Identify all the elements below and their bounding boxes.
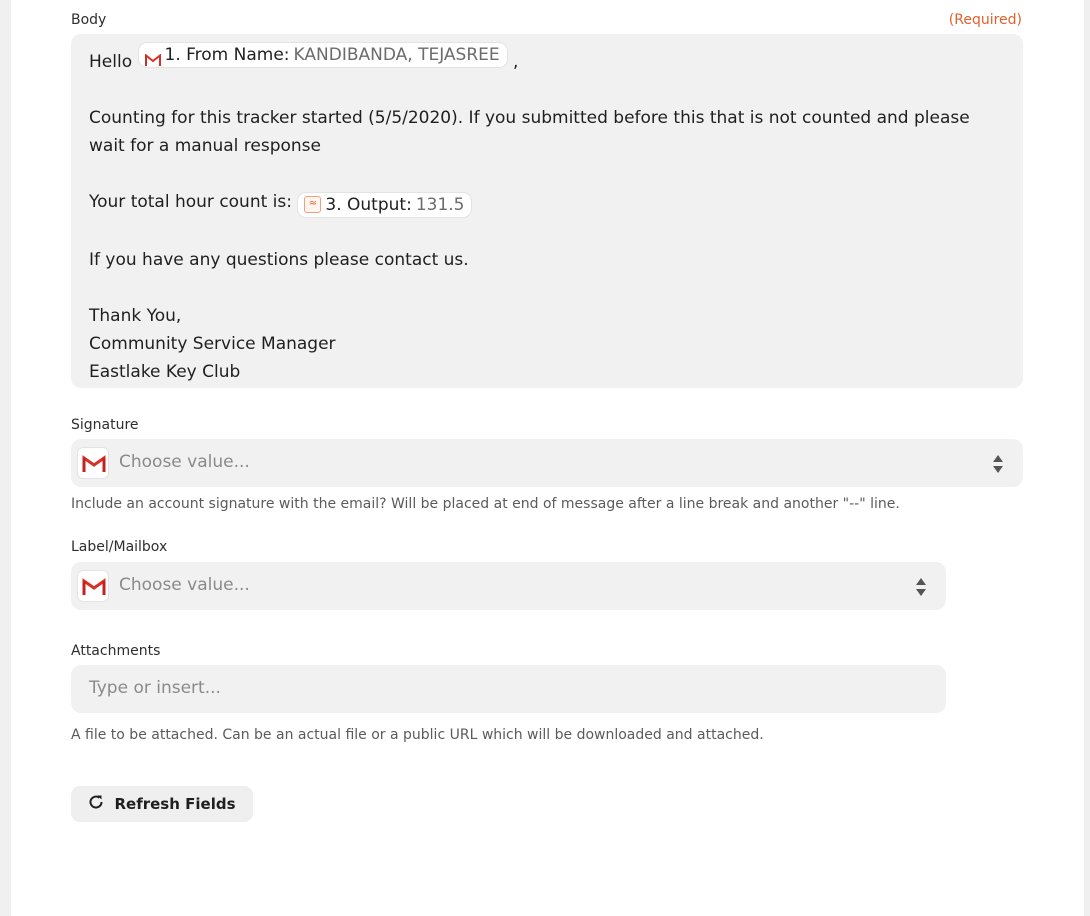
signoff-line: Eastlake Key Club (89, 361, 241, 382)
from-name-pill-value: KANDIBANDA, TEJASREE (293, 45, 500, 65)
refresh-fields-label: Refresh Fields (114, 795, 236, 813)
attachments-placeholder: Type or insert... (89, 678, 221, 698)
gmail-icon (144, 49, 161, 66)
hours-line: Your total hour count is: ≈ 3. Output: 1… (89, 188, 1005, 218)
signature-label: Signature (71, 417, 139, 433)
label-mailbox-placeholder: Choose value... (119, 575, 250, 595)
refresh-fields-button[interactable]: Refresh Fields (71, 786, 253, 822)
step-config-panel: Body (Required) Hello 1. From Name: KAND… (11, 0, 1084, 916)
signoff-line: Community Service Manager (89, 333, 336, 354)
greeting-comma: , (513, 52, 519, 72)
sort-arrows-icon (992, 454, 1004, 474)
gmail-icon (77, 570, 109, 602)
from-name-pill-label: 1. From Name: (164, 45, 290, 65)
body-label: Body (71, 12, 107, 28)
label-mailbox-label: Label/Mailbox (71, 539, 168, 555)
counting-line: Counting for this tracker started (5/5/2… (89, 108, 970, 156)
greeting-text: Hello (89, 52, 133, 72)
signature-help: Include an account signature with the em… (71, 496, 900, 512)
output-pill[interactable]: ≈ 3. Output: 131.5 (297, 191, 473, 218)
body-editor[interactable]: Hello 1. From Name: KANDIBANDA, TEJASREE… (71, 34, 1023, 388)
signoff-line: Thank You, (89, 305, 182, 326)
output-pill-value: 131.5 (415, 194, 465, 215)
required-indicator: (Required) (948, 12, 1022, 28)
formatter-icon: ≈ (304, 196, 322, 213)
attachments-input[interactable]: Type or insert... (71, 665, 946, 713)
greeting-line: Hello 1. From Name: KANDIBANDA, TEJASREE… (89, 42, 1005, 76)
refresh-icon (88, 794, 104, 814)
hours-prefix: Your total hour count is: (89, 192, 292, 212)
sort-arrows-icon (915, 577, 927, 597)
output-pill-label: 3. Output: (325, 194, 412, 215)
gmail-icon (77, 447, 109, 479)
label-mailbox-select[interactable]: Choose value... (71, 562, 946, 610)
attachments-label: Attachments (71, 643, 161, 659)
signature-select[interactable]: Choose value... (71, 439, 1023, 487)
signature-placeholder: Choose value... (119, 452, 250, 472)
from-name-pill[interactable]: 1. From Name: KANDIBANDA, TEJASREE (137, 42, 508, 68)
questions-line: If you have any questions please contact… (89, 249, 469, 270)
attachments-help: A file to be attached. Can be an actual … (71, 727, 764, 743)
